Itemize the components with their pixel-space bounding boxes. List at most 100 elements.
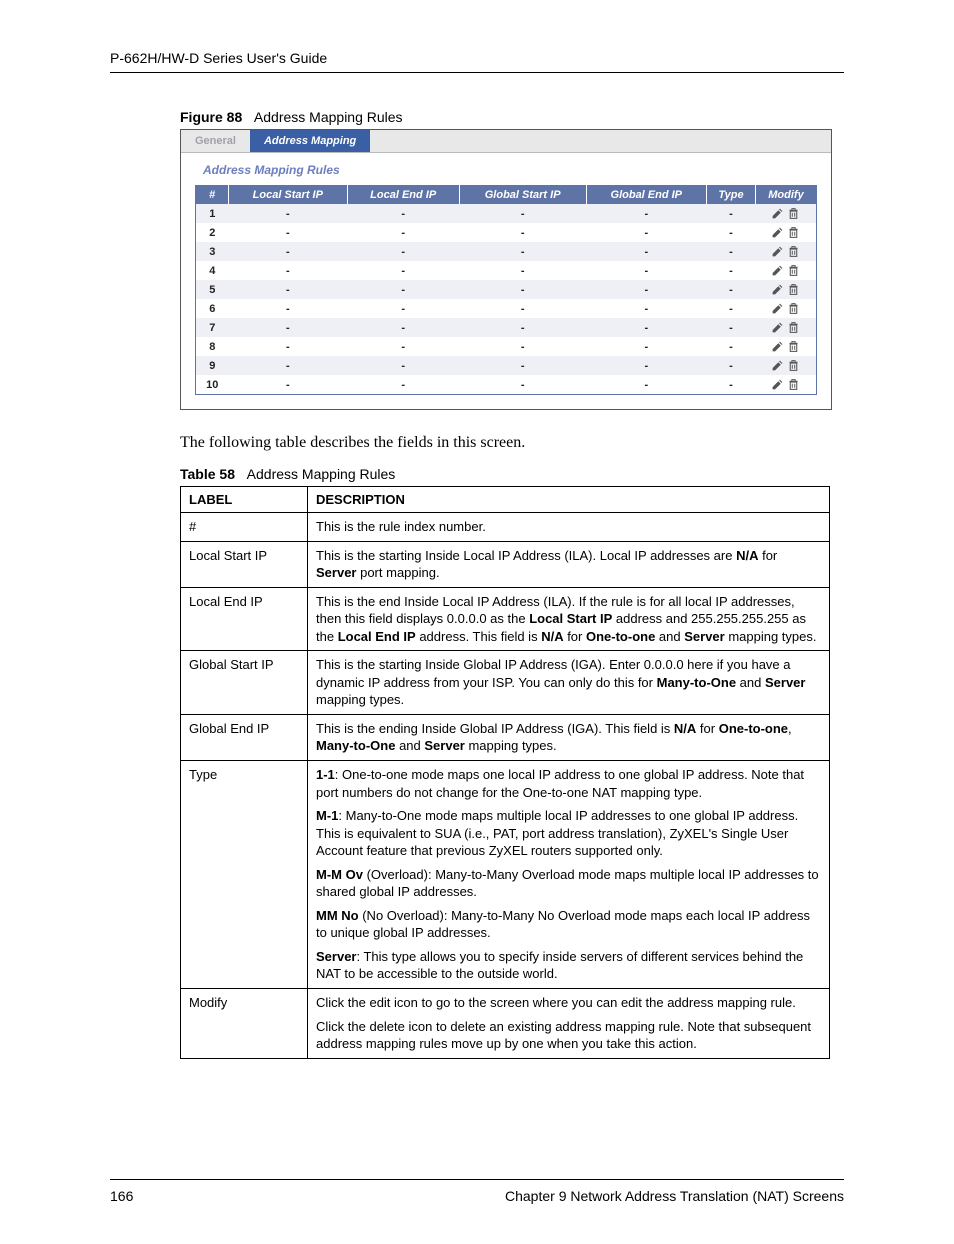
desc-index: This is the rule index number. — [308, 513, 830, 542]
table-row: 9----- — [196, 356, 817, 375]
cell-global-end-ip: - — [586, 375, 706, 395]
cell-local-start-ip: - — [229, 223, 348, 242]
edit-icon[interactable] — [771, 207, 784, 220]
chapter-title: Chapter 9 Network Address Translation (N… — [505, 1188, 844, 1204]
cell-modify — [756, 204, 817, 223]
cell-modify — [756, 299, 817, 318]
desc-local-start-ip: This is the starting Inside Local IP Add… — [308, 541, 830, 587]
cell-local-start-ip: - — [229, 356, 348, 375]
desc-type: 1-1: One-to-one mode maps one local IP a… — [308, 761, 830, 989]
cell-modify — [756, 375, 817, 395]
cell-global-end-ip: - — [586, 242, 706, 261]
cell-type: - — [707, 204, 756, 223]
cell-index: 3 — [196, 242, 229, 261]
cell-global-end-ip: - — [586, 280, 706, 299]
col-local-end-ip: Local End IP — [347, 186, 459, 205]
cell-modify — [756, 318, 817, 337]
edit-icon[interactable] — [771, 283, 784, 296]
figure-screenshot: General Address Mapping Address Mapping … — [180, 129, 832, 410]
tab-address-mapping[interactable]: Address Mapping — [250, 130, 370, 152]
figure-caption: Figure 88 Address Mapping Rules — [180, 109, 844, 125]
cell-index: 10 — [196, 375, 229, 395]
table-title: Address Mapping Rules — [247, 466, 396, 482]
desc-global-start-ip: This is the starting Inside Global IP Ad… — [308, 651, 830, 715]
delete-icon[interactable] — [787, 207, 800, 220]
desc-modify: Click the edit icon to go to the screen … — [308, 989, 830, 1059]
desc-header-label: LABEL — [181, 487, 308, 513]
cell-local-end-ip: - — [347, 375, 459, 395]
tab-bar: General Address Mapping — [181, 130, 831, 153]
col-modify: Modify — [756, 186, 817, 205]
delete-icon[interactable] — [787, 264, 800, 277]
cell-local-end-ip: - — [347, 223, 459, 242]
cell-index: 6 — [196, 299, 229, 318]
cell-local-end-ip: - — [347, 204, 459, 223]
table-row: 2----- — [196, 223, 817, 242]
cell-index: 2 — [196, 223, 229, 242]
cell-modify — [756, 223, 817, 242]
label-local-start-ip: Local Start IP — [181, 541, 308, 587]
cell-local-start-ip: - — [229, 204, 348, 223]
cell-modify — [756, 280, 817, 299]
delete-icon[interactable] — [787, 302, 800, 315]
col-global-end-ip: Global End IP — [586, 186, 706, 205]
edit-icon[interactable] — [771, 226, 784, 239]
cell-index: 8 — [196, 337, 229, 356]
table-row: 10----- — [196, 375, 817, 395]
delete-icon[interactable] — [787, 321, 800, 334]
cell-local-start-ip: - — [229, 261, 348, 280]
edit-icon[interactable] — [771, 264, 784, 277]
edit-icon[interactable] — [771, 359, 784, 372]
table-row: 8----- — [196, 337, 817, 356]
edit-icon[interactable] — [771, 340, 784, 353]
edit-icon[interactable] — [771, 245, 784, 258]
cell-global-start-ip: - — [459, 375, 586, 395]
delete-icon[interactable] — [787, 378, 800, 391]
cell-modify — [756, 242, 817, 261]
table-caption: Table 58 Address Mapping Rules — [180, 466, 844, 482]
delete-icon[interactable] — [787, 226, 800, 239]
cell-type: - — [707, 223, 756, 242]
desc-header-description: DESCRIPTION — [308, 487, 830, 513]
cell-global-start-ip: - — [459, 356, 586, 375]
cell-local-end-ip: - — [347, 299, 459, 318]
delete-icon[interactable] — [787, 245, 800, 258]
cell-local-end-ip: - — [347, 280, 459, 299]
cell-modify — [756, 337, 817, 356]
cell-local-end-ip: - — [347, 318, 459, 337]
cell-local-end-ip: - — [347, 261, 459, 280]
cell-global-end-ip: - — [586, 318, 706, 337]
cell-local-start-ip: - — [229, 318, 348, 337]
edit-icon[interactable] — [771, 321, 784, 334]
edit-icon[interactable] — [771, 302, 784, 315]
tab-general[interactable]: General — [181, 130, 250, 152]
delete-icon[interactable] — [787, 359, 800, 372]
delete-icon[interactable] — [787, 340, 800, 353]
cell-local-end-ip: - — [347, 356, 459, 375]
col-global-start-ip: Global Start IP — [459, 186, 586, 205]
table-row: 1----- — [196, 204, 817, 223]
table-row: 3----- — [196, 242, 817, 261]
label-type: Type — [181, 761, 308, 989]
table-row: 5----- — [196, 280, 817, 299]
doc-header: P-662H/HW-D Series User's Guide — [110, 50, 844, 73]
cell-global-end-ip: - — [586, 261, 706, 280]
cell-global-start-ip: - — [459, 242, 586, 261]
cell-global-end-ip: - — [586, 223, 706, 242]
cell-global-start-ip: - — [459, 204, 586, 223]
cell-type: - — [707, 318, 756, 337]
cell-type: - — [707, 299, 756, 318]
cell-local-end-ip: - — [347, 337, 459, 356]
cell-global-end-ip: - — [586, 204, 706, 223]
cell-type: - — [707, 280, 756, 299]
edit-icon[interactable] — [771, 378, 784, 391]
col-index: # — [196, 186, 229, 205]
cell-global-start-ip: - — [459, 299, 586, 318]
cell-global-start-ip: - — [459, 223, 586, 242]
cell-local-start-ip: - — [229, 299, 348, 318]
delete-icon[interactable] — [787, 283, 800, 296]
cell-global-end-ip: - — [586, 299, 706, 318]
cell-local-start-ip: - — [229, 242, 348, 261]
table-row: 6----- — [196, 299, 817, 318]
cell-global-start-ip: - — [459, 261, 586, 280]
